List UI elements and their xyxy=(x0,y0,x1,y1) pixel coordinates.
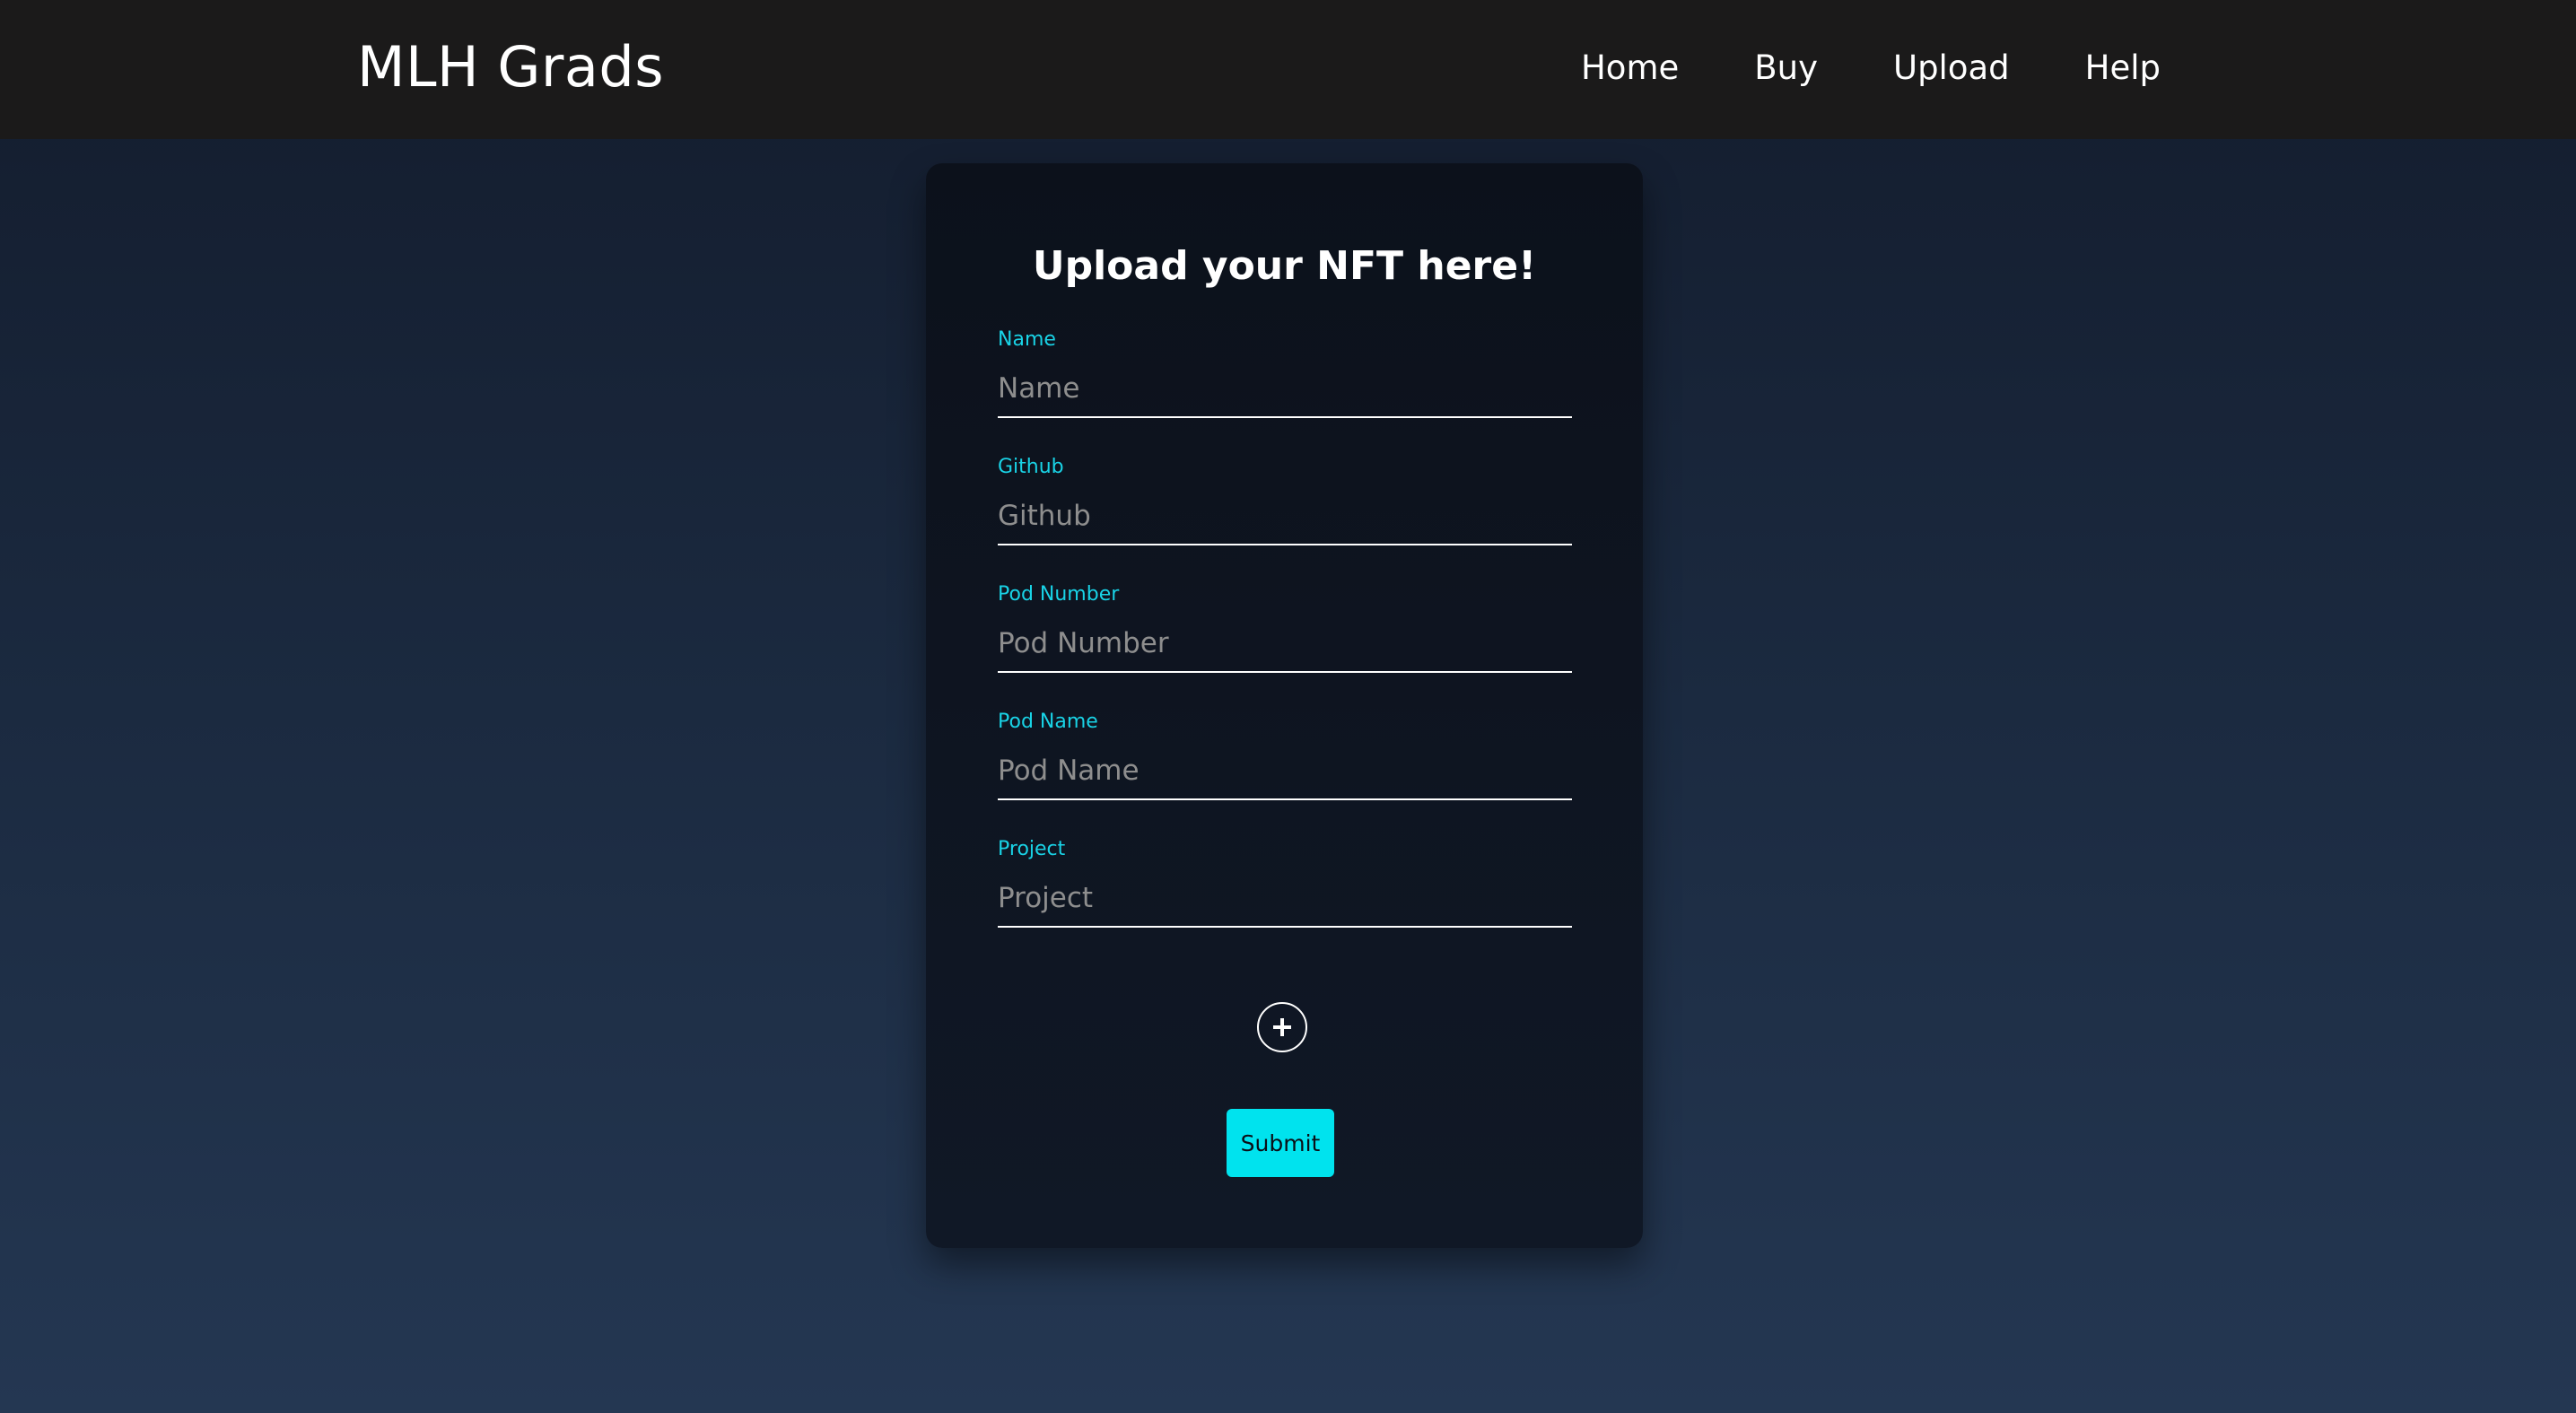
pod-number-input[interactable] xyxy=(998,615,1572,673)
project-label: Project xyxy=(998,838,1066,860)
add-field-button[interactable] xyxy=(1257,1002,1307,1052)
project-field-group: Project xyxy=(998,836,1572,933)
nav-link-buy[interactable]: Buy xyxy=(1754,43,1818,93)
name-input[interactable] xyxy=(998,361,1572,418)
form-title: Upload your NFT here! xyxy=(1032,243,1537,289)
project-input[interactable] xyxy=(998,870,1572,928)
github-label: Github xyxy=(998,456,1064,478)
upload-form-card: Upload your NFT here! Name Github Pod Nu… xyxy=(926,163,1643,1248)
pod-name-field-group: Pod Name xyxy=(998,709,1572,806)
pod-number-field-group: Pod Number xyxy=(998,581,1572,678)
nav-link-home[interactable]: Home xyxy=(1581,43,1679,93)
pod-name-input[interactable] xyxy=(998,743,1572,800)
nav-links: Home Buy Upload Help xyxy=(1581,43,2161,93)
name-label: Name xyxy=(998,328,1056,351)
nav-link-help[interactable]: Help xyxy=(2085,43,2161,93)
plus-circle-icon xyxy=(1259,1004,1305,1051)
pod-number-label: Pod Number xyxy=(998,583,1120,606)
github-input[interactable] xyxy=(998,488,1572,545)
name-field-group: Name xyxy=(998,327,1572,423)
nav-link-upload[interactable]: Upload xyxy=(1893,43,2010,93)
submit-button[interactable]: Submit xyxy=(1227,1109,1334,1177)
pod-name-label: Pod Name xyxy=(998,711,1098,733)
brand-title[interactable]: MLH Grads xyxy=(357,32,664,102)
navbar: MLH Grads Home Buy Upload Help xyxy=(0,0,2576,139)
github-field-group: Github xyxy=(998,454,1572,551)
